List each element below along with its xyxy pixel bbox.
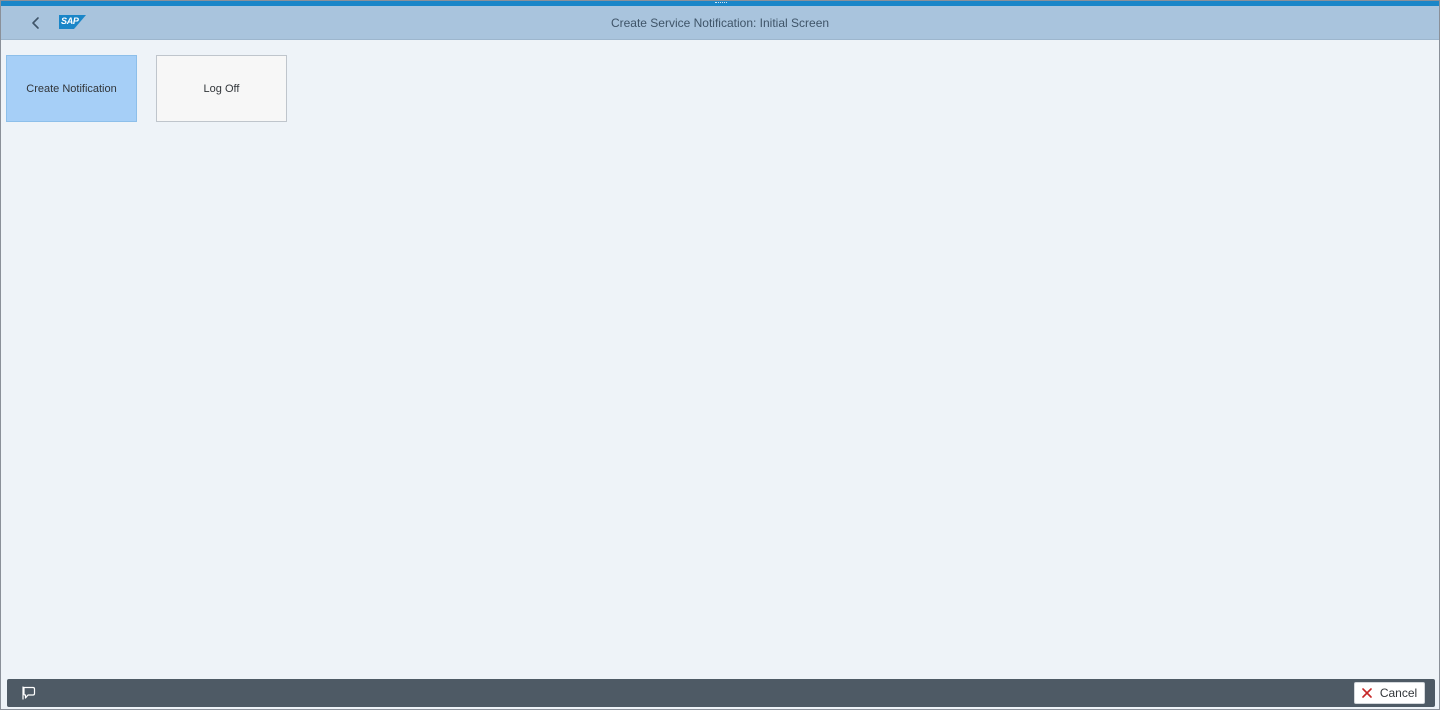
log-off-button[interactable]: Log Off (156, 55, 287, 122)
main-content: Create Notification Log Off (1, 40, 1439, 676)
cancel-label: Cancel (1379, 686, 1418, 700)
back-button[interactable] (23, 11, 49, 35)
cancel-button[interactable]: Cancel (1354, 682, 1425, 704)
create-notification-button[interactable]: Create Notification (6, 55, 137, 122)
message-popover-icon[interactable] (22, 686, 36, 700)
resize-grip-icon[interactable] (715, 2, 727, 4)
create-notification-label: Create Notification (26, 82, 117, 95)
page-title: Create Service Notification: Initial Scr… (610, 16, 830, 30)
sap-logo: SAP (59, 15, 86, 29)
log-off-label: Log Off (203, 82, 240, 95)
footer-toolbar: Cancel (7, 679, 1435, 707)
close-icon (1362, 688, 1372, 698)
sap-logo-text: SAP (61, 16, 79, 26)
chevron-left-icon (32, 17, 39, 29)
shell-header: SAP Create Service Notification: Initial… (1, 6, 1439, 40)
app-window: SAP Create Service Notification: Initial… (0, 0, 1440, 710)
